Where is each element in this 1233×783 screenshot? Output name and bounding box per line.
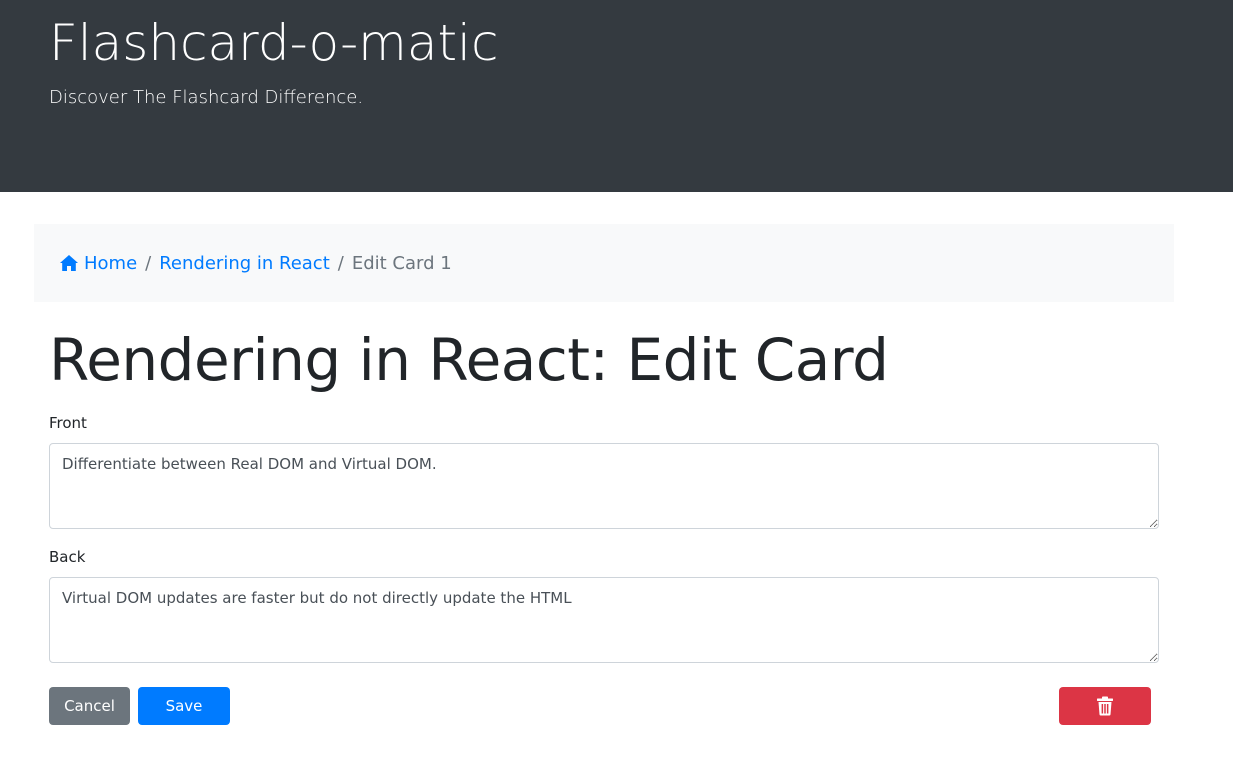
- breadcrumb-home-link[interactable]: Home: [59, 253, 137, 274]
- trash-icon: [1097, 696, 1113, 716]
- back-label: Back: [49, 548, 86, 566]
- breadcrumb-deck-link[interactable]: Rendering in React: [159, 253, 330, 274]
- app-title: Flashcard-o-matic: [49, 14, 499, 72]
- app-header: Flashcard-o-matic Discover The Flashcard…: [0, 0, 1233, 192]
- delete-button[interactable]: [1059, 687, 1151, 725]
- breadcrumb-separator: /: [145, 252, 152, 274]
- back-textarea[interactable]: Virtual DOM updates are faster but do no…: [49, 577, 1159, 663]
- front-textarea[interactable]: Differentiate between Real DOM and Virtu…: [49, 443, 1159, 529]
- home-icon: [60, 255, 78, 271]
- front-label: Front: [49, 414, 87, 432]
- app-tagline: Discover The Flashcard Difference.: [49, 87, 364, 108]
- breadcrumb-home-label: Home: [84, 252, 138, 274]
- breadcrumb-separator: /: [337, 252, 344, 274]
- breadcrumb: Home / Rendering in React / Edit Card 1: [34, 224, 1174, 302]
- page-title: Rendering in React: Edit Card: [49, 326, 889, 394]
- save-button[interactable]: Save: [138, 687, 230, 725]
- cancel-button[interactable]: Cancel: [49, 687, 130, 725]
- breadcrumb-current: Edit Card 1: [351, 252, 452, 274]
